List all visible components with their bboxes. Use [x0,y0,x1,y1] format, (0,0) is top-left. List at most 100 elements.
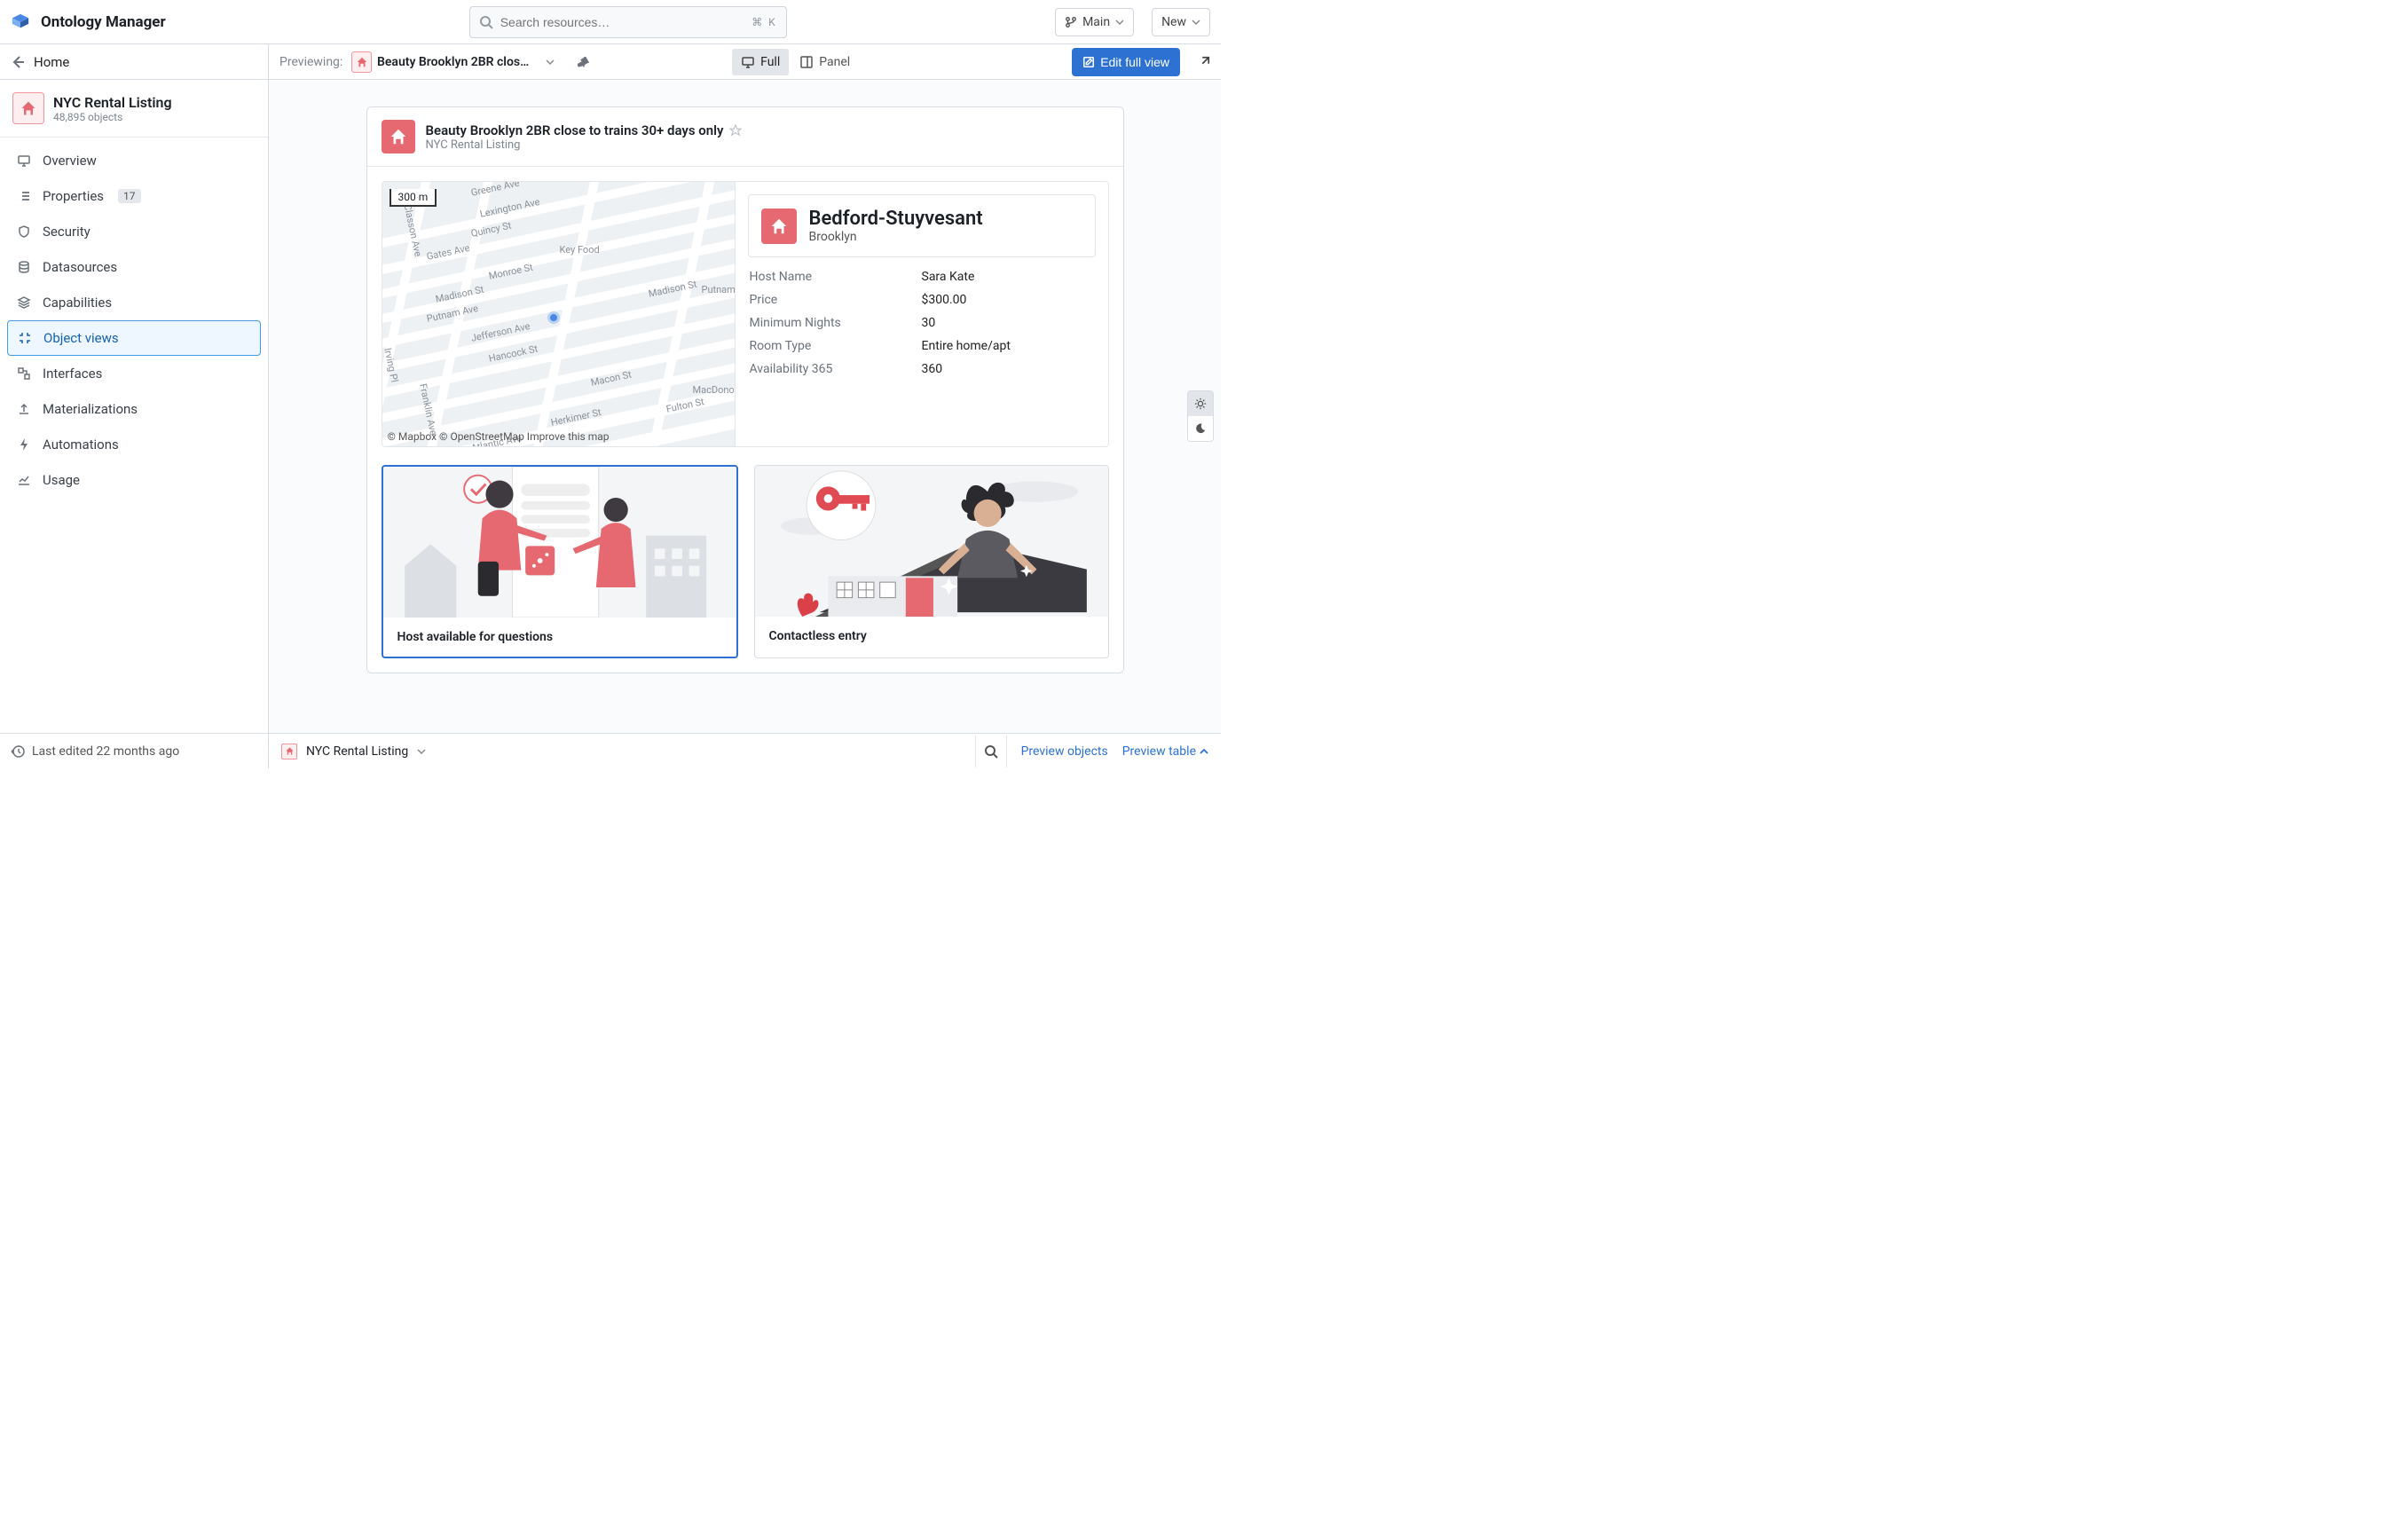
sidebar-item-label: Properties [43,188,104,204]
sidebar-header: NYC Rental Listing 48,895 objects [7,87,261,130]
sidebar-item-datasources[interactable]: Datasources [7,249,261,285]
view-mode-toggle: Full Panel [732,49,859,75]
list-icon [16,189,32,203]
sidebar-item-properties[interactable]: Properties 17 [7,178,261,214]
feature-label: Host available for questions [383,618,736,657]
card-subtitle: NYC Rental Listing [426,138,742,152]
map-pin-icon [547,311,560,324]
home-icon [761,209,797,244]
view-full-button[interactable]: Full [732,49,789,75]
sidebar-item-label: Overview [43,153,97,169]
object-type-icon [12,92,44,124]
info-value: Entire home/apt [922,339,1094,353]
sidebar-item-automations[interactable]: Automations [7,427,261,462]
branch-selector[interactable]: Main [1055,8,1134,36]
secondary-bar: Home Previewing: Beauty Brooklyn 2BR clo… [0,44,1221,80]
preview-dropdown[interactable] [538,50,563,75]
properties-count-badge: 17 [118,189,141,203]
map-widget[interactable]: 300 m Greene Ave Lexington Ave Quincy St… [382,182,736,446]
sidebar-subtitle: 48,895 objects [53,111,172,123]
info-panel: Bedford-Stuyvesant Brooklyn Host Name Sa… [736,182,1108,446]
feature-card-contactless-entry[interactable]: Contactless entry [754,465,1109,658]
edit-icon [1082,56,1095,68]
topbar: Ontology Manager ⌘ K Main New [0,0,1221,44]
sidebar-item-label: Interfaces [43,366,102,382]
feature-label: Contactless entry [755,617,1108,656]
footer-search-button[interactable] [975,736,1007,767]
new-button[interactable]: New [1152,8,1210,36]
edit-full-view-button[interactable]: Edit full view [1072,48,1180,76]
theme-dark-button[interactable] [1188,416,1213,441]
sidebar-item-label: Automations [43,437,119,453]
lightning-icon [16,437,32,452]
sidebar: NYC Rental Listing 48,895 objects Overvi… [0,80,269,733]
content-area: Beauty Brooklyn 2BR close to trains 30+ … [269,80,1221,733]
branch-label: Main [1082,15,1110,29]
star-icon[interactable] [729,124,742,137]
search-icon [479,15,493,29]
preview-objects-link[interactable]: Preview objects [1021,744,1108,759]
breadcrumb-section: Home [0,44,269,79]
view-panel-button[interactable]: Panel [791,49,859,75]
upload-icon [16,402,32,416]
home-icon [281,744,297,760]
info-value: Sara Kate [922,270,1094,284]
feature-illustration [755,466,1108,617]
sidebar-item-materializations[interactable]: Materializations [7,391,261,427]
sidebar-item-security[interactable]: Security [7,214,261,249]
sidebar-item-object-views[interactable]: Object views [7,320,261,356]
search-box[interactable]: ⌘ K [469,6,787,38]
map-info-row: 300 m Greene Ave Lexington Ave Quincy St… [382,181,1109,447]
footer: Last edited 22 months ago NYC Rental Lis… [0,733,1221,768]
sidebar-item-label: Materializations [43,401,138,417]
sidebar-item-label: Object views [43,330,119,346]
preview-table-label: Preview table [1122,744,1196,759]
sidebar-item-capabilities[interactable]: Capabilities [7,285,261,320]
info-label: Availability 365 [750,362,922,376]
last-edited-label: Last edited 22 months ago [32,744,179,759]
footer-left: Last edited 22 months ago [0,734,269,768]
features-row: Host available for questions [382,465,1109,658]
new-label: New [1161,15,1186,29]
sidebar-item-label: Capabilities [43,295,112,311]
preview-bar: Previewing: Beauty Brooklyn 2BR close … … [269,44,1221,79]
neighborhood-card: Bedford-Stuyvesant Brooklyn [748,194,1096,257]
caret-down-icon[interactable] [417,747,426,756]
pin-icon[interactable] [571,50,596,75]
layers-icon [16,295,32,310]
info-label: Minimum Nights [750,316,922,330]
map-attribution: © Mapbox © OpenStreetMap Improve this ma… [388,430,610,443]
sidebar-title: NYC Rental Listing [53,94,172,111]
card-body: 300 m Greene Ave Lexington Ave Quincy St… [367,167,1123,673]
info-table: Host Name Sara Kate Price $300.00 Minimu… [748,270,1096,376]
preview-object-chip[interactable]: Beauty Brooklyn 2BR close … [351,51,529,73]
object-card: Beauty Brooklyn 2BR close to trains 30+ … [366,106,1124,673]
info-label: Price [750,293,922,307]
sidebar-item-interfaces[interactable]: Interfaces [7,356,261,391]
footer-object-label[interactable]: NYC Rental Listing [306,744,408,759]
breadcrumb-home[interactable]: Home [34,54,69,70]
history-icon [11,744,25,759]
caret-down-icon [1115,18,1124,27]
map-scale: 300 m [390,189,437,207]
view-full-label: Full [760,55,780,69]
back-arrow-icon[interactable] [11,55,25,69]
theme-light-button[interactable] [1188,391,1213,416]
preview-object-name: Beauty Brooklyn 2BR close … [377,55,529,69]
chart-icon [16,473,32,487]
sidebar-item-usage[interactable]: Usage [7,462,261,498]
feature-card-host-available[interactable]: Host available for questions [382,465,738,658]
shield-icon [16,224,32,239]
card-header: Beauty Brooklyn 2BR close to trains 30+ … [367,107,1123,167]
info-value: 360 [922,362,1094,376]
panel-icon [799,55,814,69]
branch-icon [1065,16,1077,28]
desktop-icon [741,55,755,69]
borough-name: Brooklyn [809,230,983,244]
expand-icon[interactable] [1198,56,1210,68]
preview-table-link[interactable]: Preview table [1122,744,1208,759]
sidebar-item-overview[interactable]: Overview [7,143,261,178]
info-value: 30 [922,316,1094,330]
search-input[interactable] [500,15,744,29]
desktop-icon [16,153,32,168]
